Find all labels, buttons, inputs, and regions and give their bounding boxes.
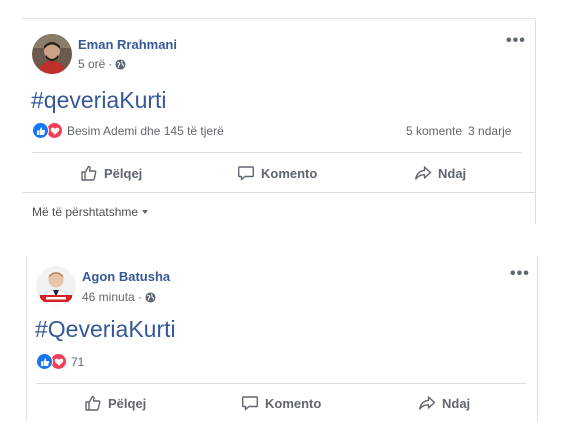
globe-icon [115,58,126,70]
like-label: Pëlqej [108,395,147,411]
reaction-summary[interactable]: Besim Ademi dhe 145 të tjerë [32,122,224,139]
divider [22,192,536,193]
reactions-count: 71 [71,354,85,369]
like-reaction-icon [32,122,49,139]
share-icon [419,396,436,410]
card-border-right [535,18,536,224]
thumbs-up-icon [85,395,101,411]
card-border-left [26,256,27,422]
reaction-summary[interactable]: 71 [36,353,84,370]
engagement-counts: 5 komente 3 ndarje [406,124,511,138]
author-avatar[interactable] [36,266,76,306]
comment-icon [238,166,254,181]
author-name[interactable]: Eman Rrahmani [78,37,177,52]
card-border-right [537,256,538,422]
meta-separator: · [137,290,142,304]
more-options-icon[interactable]: ••• [506,32,526,50]
post-card: Agon Batusha 46 minuta · ••• #QeveriaKur… [26,256,538,422]
more-options-icon[interactable]: ••• [510,265,530,283]
comment-button[interactable]: Komento [237,164,317,182]
post-card: Eman Rrahmani 5 orë · ••• #qeveriaKurti … [22,18,536,224]
comment-icon [242,396,258,411]
like-label: Pëlqej [104,165,143,181]
divider [32,152,522,153]
caret-down-icon [142,210,149,214]
reactions-text: Besim Ademi dhe 145 të tjerë [67,123,224,138]
post-meta: 46 minuta · [82,290,156,304]
divider [36,383,526,384]
share-icon [415,166,432,180]
thumbs-up-icon [81,165,97,181]
comment-label: Komento [265,395,322,411]
post-meta: 5 orë · [78,57,126,71]
comment-button[interactable]: Komento [241,394,321,412]
like-reaction-icon [36,353,53,370]
share-button[interactable]: Ndaj [414,164,466,182]
comment-label: Komento [261,165,318,181]
author-name[interactable]: Agon Batusha [82,269,170,284]
author-avatar[interactable] [32,34,72,74]
shares-count-link[interactable]: 3 ndarje [468,124,511,138]
post-timestamp[interactable]: 46 minuta [82,290,135,304]
like-button[interactable]: Pëlqej [84,394,146,412]
globe-icon [145,291,156,303]
share-button[interactable]: Ndaj [418,394,470,412]
like-button[interactable]: Pëlqej [80,164,142,182]
comment-sort-dropdown[interactable]: Më të përshtatshme [32,205,149,219]
hashtag-link[interactable]: #qeveriaKurti [31,87,167,114]
comments-count-link[interactable]: 5 komente [406,124,462,138]
share-label: Ndaj [438,165,467,181]
post-timestamp[interactable]: 5 orë [78,57,105,71]
card-border-top [22,18,536,19]
share-label: Ndaj [442,395,471,411]
hashtag-link[interactable]: #QeveriaKurti [35,316,176,343]
sort-label: Më të përshtatshme [32,205,139,219]
meta-separator: · [108,57,113,71]
